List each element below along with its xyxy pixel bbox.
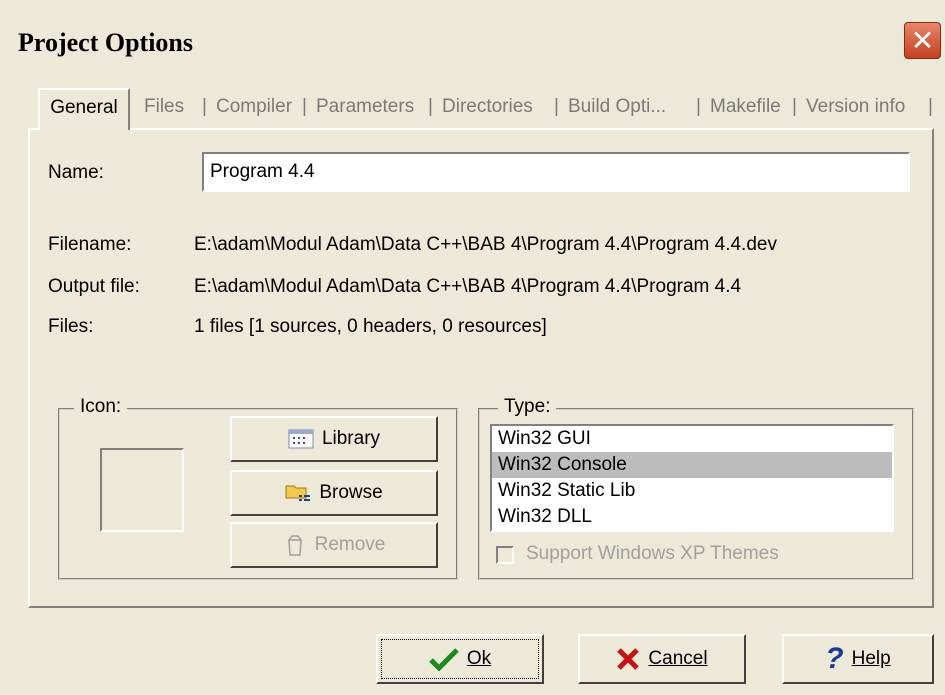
library-label: Library xyxy=(321,428,381,449)
tab-makefile[interactable]: Makefile xyxy=(710,90,781,128)
close-button[interactable]: ✕ xyxy=(904,22,941,59)
xp-themes-label: Support Windows XP Themes xyxy=(526,543,779,564)
tab-parameters[interactable]: Parameters xyxy=(316,90,414,128)
browse-label: Browse xyxy=(319,482,383,503)
project-options-dialog: Project Options ✕ General Files | Compil… xyxy=(0,0,945,695)
type-listbox[interactable]: Win32 GUI Win32 Console Win32 Static Lib… xyxy=(490,424,894,532)
question-mark-icon: ? xyxy=(825,642,844,675)
tab-strip: Files | Compiler | Parameters | Director… xyxy=(38,90,938,130)
browse-button[interactable]: Browse xyxy=(230,470,438,516)
tab-files[interactable]: Files xyxy=(144,90,184,128)
icon-group-legend: Icon: xyxy=(74,396,128,418)
name-input[interactable] xyxy=(202,152,910,192)
remove-label: Remove xyxy=(314,534,386,555)
type-option-win32-static-lib[interactable]: Win32 Static Lib xyxy=(492,478,892,504)
output-file-value: E:\adam\Modul Adam\Data C++\BAB 4\Progra… xyxy=(194,276,742,297)
x-icon xyxy=(617,648,640,670)
tab-version-info[interactable]: Version info xyxy=(806,90,905,128)
help-button[interactable]: ? Help xyxy=(782,634,934,684)
ok-button[interactable]: Ok xyxy=(376,634,544,684)
checkmark-icon xyxy=(429,648,459,671)
filename-label: Filename: xyxy=(48,234,132,255)
name-label: Name: xyxy=(48,162,104,183)
type-option-win32-console[interactable]: Win32 Console xyxy=(492,452,892,478)
filename-value: E:\adam\Modul Adam\Data C++\BAB 4\Progra… xyxy=(194,234,777,255)
remove-button[interactable]: Remove xyxy=(230,522,438,568)
trash-icon xyxy=(287,535,303,556)
files-label: Files: xyxy=(48,316,94,337)
library-icon xyxy=(288,429,314,449)
cancel-label: Cancel xyxy=(648,648,708,669)
close-icon: ✕ xyxy=(910,25,935,56)
files-value: 1 files [1 sources, 0 headers, 0 resourc… xyxy=(194,316,547,337)
ok-label: Ok xyxy=(466,648,492,669)
type-option-win32-dll[interactable]: Win32 DLL xyxy=(492,504,892,530)
output-file-label: Output file: xyxy=(48,276,140,297)
library-button[interactable]: Library xyxy=(230,416,438,462)
cancel-button[interactable]: Cancel xyxy=(578,634,746,684)
type-group-legend: Type: xyxy=(498,396,557,418)
tab-compiler[interactable]: Compiler xyxy=(216,90,292,128)
icon-preview xyxy=(100,448,184,532)
dialog-title: Project Options xyxy=(18,28,193,57)
tab-directories[interactable]: Directories xyxy=(442,90,533,128)
tab-build-options[interactable]: Build Opti... xyxy=(568,90,666,128)
folder-icon xyxy=(285,485,311,501)
title-bar: Project Options ✕ xyxy=(0,0,945,84)
tab-general[interactable]: General xyxy=(38,88,130,130)
help-label: Help xyxy=(851,648,891,669)
type-option-win32-gui[interactable]: Win32 GUI xyxy=(492,426,892,452)
xp-themes-checkbox[interactable] xyxy=(496,546,514,564)
